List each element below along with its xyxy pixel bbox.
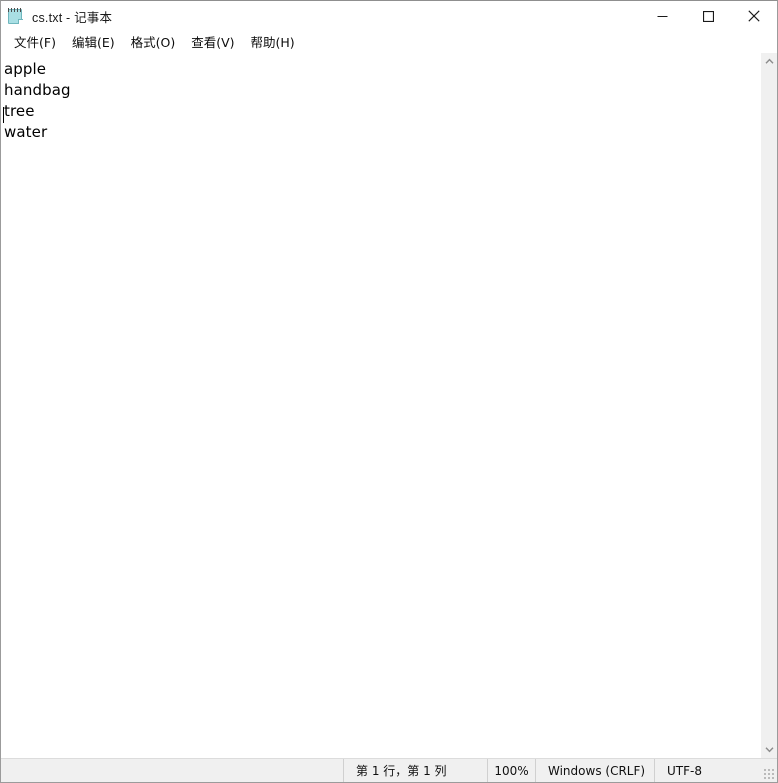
notepad-window: cs.txt - 记事本 文件(F) 编辑(E) 格式(O) 查看(V) 帮助(… xyxy=(0,0,778,783)
resize-grip[interactable] xyxy=(763,768,775,780)
status-line-ending[interactable]: Windows (CRLF) xyxy=(535,759,654,782)
menu-file[interactable]: 文件(F) xyxy=(7,31,63,53)
status-bar: 第 1 行，第 1 列 100% Windows (CRLF) UTF-8 xyxy=(1,758,777,782)
status-cursor-position: 第 1 行，第 1 列 xyxy=(343,759,487,782)
window-title: cs.txt - 记事本 xyxy=(32,10,113,25)
status-zoom-level[interactable]: 100% xyxy=(487,759,535,782)
vertical-scrollbar[interactable] xyxy=(760,53,777,758)
menu-edit[interactable]: 编辑(E) xyxy=(65,31,122,53)
menu-format[interactable]: 格式(O) xyxy=(124,31,183,53)
minimize-button[interactable] xyxy=(639,1,685,31)
status-encoding[interactable]: UTF-8 xyxy=(654,759,777,782)
close-button[interactable] xyxy=(731,1,777,31)
window-controls xyxy=(639,1,777,31)
document-text[interactable]: apple handbag tree water xyxy=(1,56,760,143)
notepad-icon xyxy=(7,7,24,25)
scroll-up-icon[interactable] xyxy=(760,53,777,70)
menu-help[interactable]: 帮助(H) xyxy=(244,31,302,53)
scrollbar-track[interactable] xyxy=(760,70,777,741)
maximize-button[interactable] xyxy=(685,1,731,31)
status-spacer xyxy=(1,759,343,782)
text-caret xyxy=(3,107,4,123)
title-bar[interactable]: cs.txt - 记事本 xyxy=(1,1,777,31)
scroll-down-icon[interactable] xyxy=(760,741,777,758)
menu-bar: 文件(F) 编辑(E) 格式(O) 查看(V) 帮助(H) xyxy=(1,31,777,52)
editor-area: apple handbag tree water xyxy=(1,52,777,758)
menu-view[interactable]: 查看(V) xyxy=(184,31,241,53)
text-editor[interactable]: apple handbag tree water xyxy=(1,53,760,758)
